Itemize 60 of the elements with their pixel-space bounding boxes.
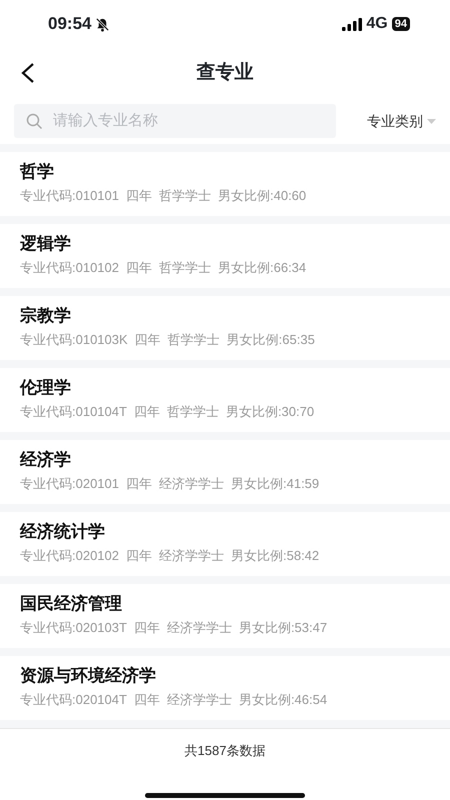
search-field[interactable]: 请输入专业名称	[14, 104, 336, 138]
study-duration: 四年	[134, 331, 161, 349]
major-list-item[interactable]: 国民经济管理 专业代码:020103T 四年 经济学学士 男女比例:53:47	[0, 584, 450, 648]
major-name: 逻辑学	[20, 233, 72, 255]
network-label: 4G	[366, 14, 388, 34]
degree-type: 哲学学士	[159, 259, 211, 277]
major-list-item[interactable]: 逻辑学 专业代码:010102 四年 哲学学士 男女比例:66:34	[0, 224, 450, 288]
major-list-item[interactable]: 宗教学 专业代码:010103K 四年 哲学学士 男女比例:65:35	[0, 296, 450, 360]
study-duration: 四年	[126, 475, 152, 493]
study-duration: 四年	[126, 259, 152, 277]
major-code: 专业代码:010103K	[20, 331, 128, 349]
degree-type: 哲学学士	[166, 403, 219, 421]
major-name: 经济统计学	[20, 521, 106, 543]
degree-type: 哲学学士	[168, 331, 220, 349]
major-code: 专业代码:010101	[20, 187, 119, 205]
gender-ratio: 男女比例:58:42	[231, 547, 320, 565]
major-code: 专业代码:020103T	[20, 619, 127, 637]
degree-type: 经济学学士	[166, 619, 232, 637]
gender-ratio: 男女比例:65:35	[226, 331, 315, 349]
major-code: 专业代码:010104T	[20, 403, 127, 421]
major-code: 专业代码:010102	[20, 259, 119, 277]
degree-type: 经济学学士	[159, 475, 224, 493]
major-list-item[interactable]: 哲学 专业代码:010101 四年 哲学学士 男女比例:40:60	[0, 152, 450, 216]
signal-icon	[342, 18, 362, 30]
battery-level: 94	[392, 17, 410, 31]
major-code: 专业代码:020104T	[20, 691, 127, 709]
major-name: 资源与环境经济学	[20, 665, 157, 687]
major-code: 专业代码:020102	[20, 547, 119, 565]
gender-ratio: 男女比例:66:34	[218, 259, 306, 277]
major-name: 哲学	[20, 161, 55, 183]
major-list-item[interactable]: 伦理学 专业代码:010104T 四年 哲学学士 男女比例:30:70	[0, 368, 450, 432]
search-icon	[26, 112, 43, 130]
gender-ratio: 男女比例:30:70	[226, 403, 314, 421]
search-input[interactable]: 请输入专业名称	[51, 108, 291, 134]
degree-type: 经济学学士	[159, 547, 224, 565]
record-count: 共1587条数据	[184, 742, 266, 760]
major-name: 国民经济管理	[20, 593, 123, 615]
major-list-item[interactable]: 经济统计学 专业代码:020102 四年 经济学学士 男女比例:58:42	[0, 512, 450, 576]
study-duration: 四年	[126, 187, 152, 205]
study-duration: 四年	[134, 691, 160, 709]
page-title: 查专业	[196, 60, 254, 85]
study-duration: 四年	[134, 403, 160, 421]
major-name: 伦理学	[20, 377, 72, 399]
degree-type: 经济学学士	[166, 691, 232, 709]
study-duration: 四年	[134, 619, 160, 637]
major-code: 专业代码:020101	[20, 475, 119, 493]
major-name: 经济学	[20, 449, 72, 471]
gender-ratio: 男女比例:53:47	[238, 619, 328, 637]
gender-ratio: 男女比例:40:60	[218, 187, 306, 205]
status-time: 09:54	[48, 13, 92, 36]
caret-icon	[427, 118, 436, 124]
degree-type: 哲学学士	[159, 187, 211, 205]
major-list-item[interactable]: 经济学 专业代码:020101 四年 经济学学士 男女比例:41:59	[0, 440, 450, 504]
muted-bell-icon	[95, 16, 110, 32]
major-name: 宗教学	[20, 305, 72, 327]
category-filter[interactable]: 专业类别	[367, 110, 436, 132]
gender-ratio: 男女比例:41:59	[231, 475, 320, 493]
study-duration: 四年	[126, 547, 152, 565]
major-list-item[interactable]: 资源与环境经济学 专业代码:020104T 四年 经济学学士 男女比例:46:54	[0, 656, 450, 720]
gender-ratio: 男女比例:46:54	[238, 691, 328, 709]
